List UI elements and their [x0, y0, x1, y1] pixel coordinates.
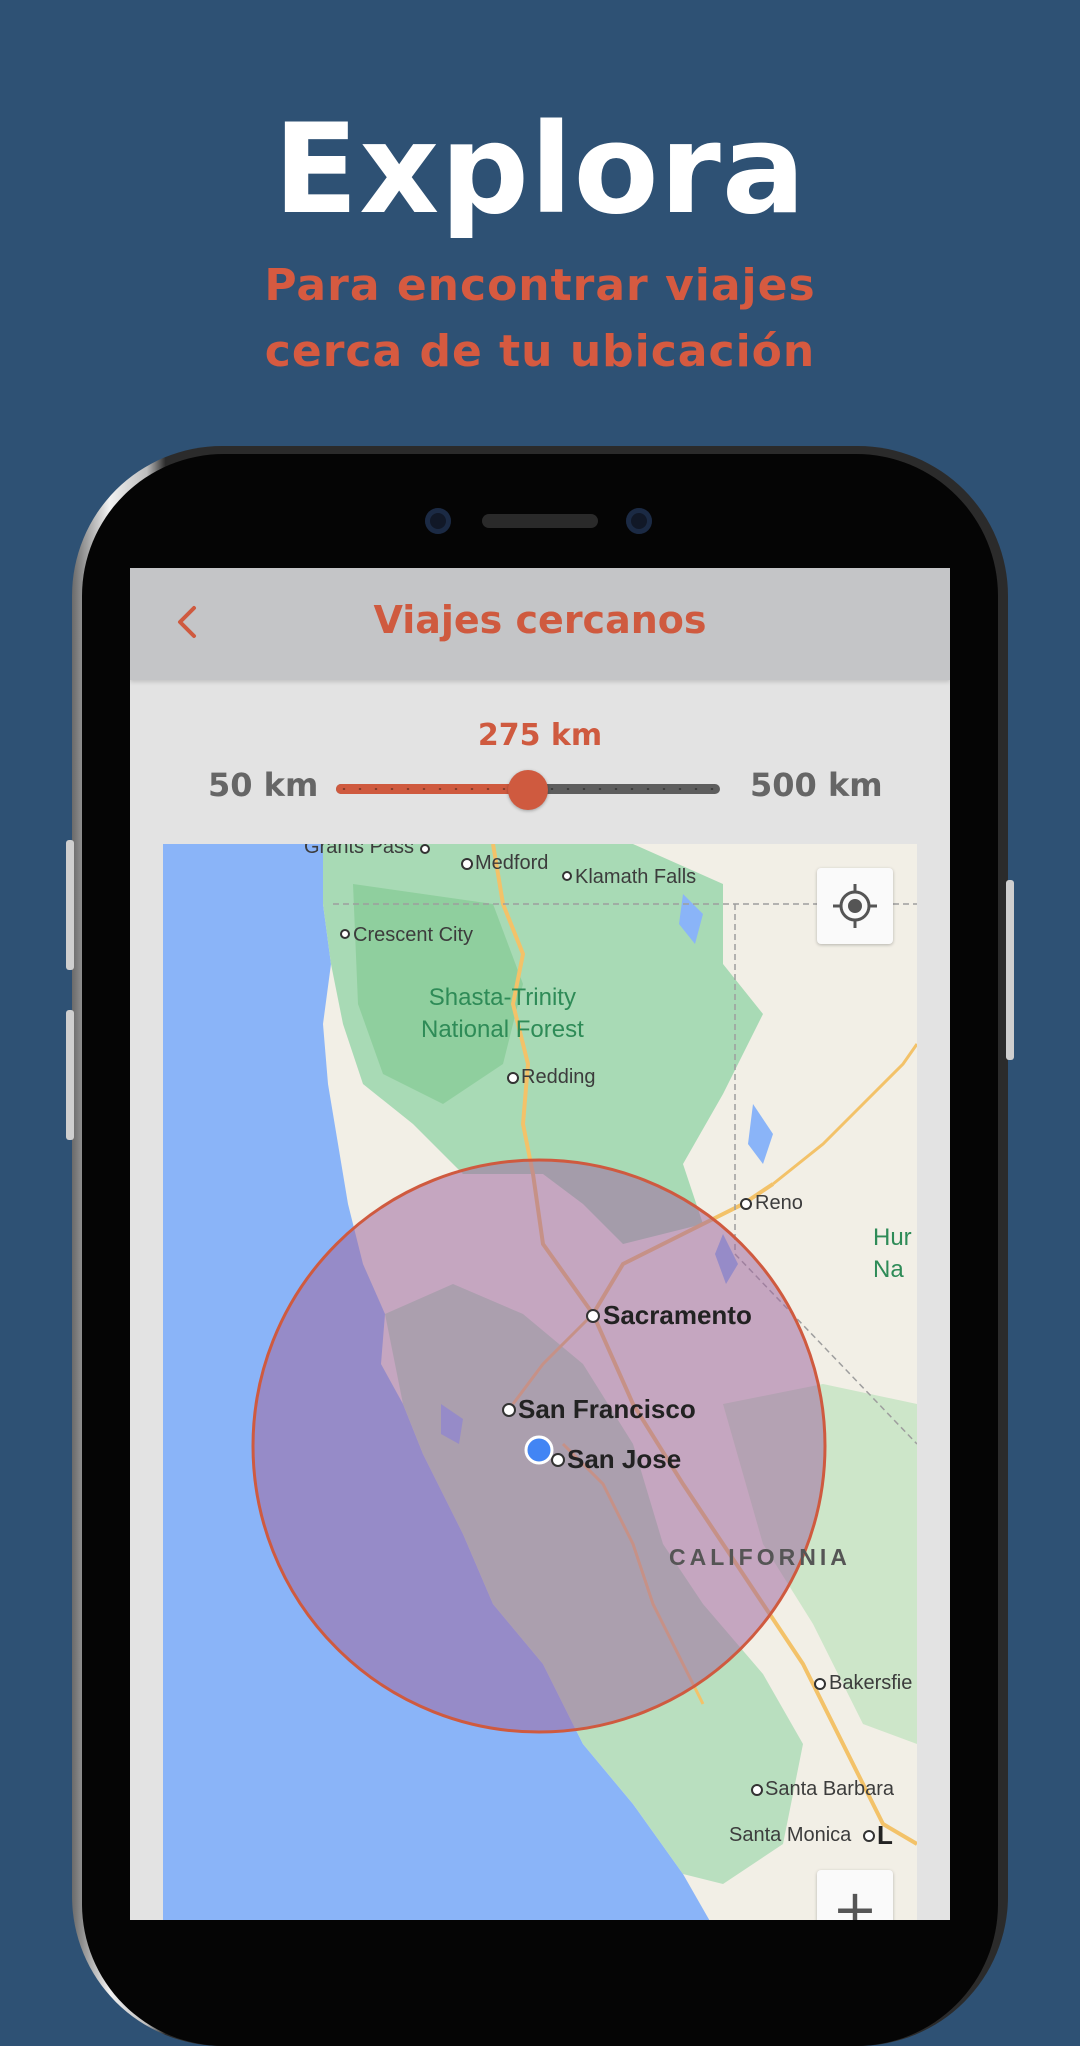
promo-subtitle-line1: Para encontrar viajes [264, 260, 816, 311]
radius-value-label: 275 km [477, 718, 603, 753]
my-location-icon [833, 884, 877, 928]
app-screen: Viajes cercanos 275 km 50 km 500 km Gran… [130, 568, 950, 1920]
map-label-medford: Medford [475, 852, 549, 874]
map-label-san-francisco: San Francisco [518, 1394, 696, 1424]
radius-min-label: 50 km [208, 766, 319, 804]
app-bar: Viajes cercanos [130, 568, 950, 680]
radius-max-label: 500 km [750, 766, 883, 804]
zoom-in-button[interactable]: + [817, 1870, 893, 1920]
map-label-klamath-falls: Klamath Falls [575, 866, 697, 888]
promo-title: Explora [273, 98, 807, 242]
phone-speaker [482, 514, 598, 528]
map-label-park-line1: Hur [873, 1224, 912, 1251]
phone-volume-down-button [66, 1010, 74, 1140]
phone-camera-left [425, 508, 451, 534]
page-title: Viajes cercanos [373, 598, 707, 642]
my-location-button[interactable] [817, 868, 893, 944]
map-label-reno: Reno [755, 1192, 803, 1214]
map-label-park-line2: Na [873, 1256, 904, 1283]
map-view[interactable]: Grants Pass Medford Klamath Falls Cresce… [163, 844, 917, 1920]
radius-slider-thumb[interactable] [508, 770, 548, 810]
map-label-park: Hur Na [873, 1222, 912, 1286]
map-label-forest-line2: National Forest [421, 1016, 584, 1043]
map-label-santa-barbara: Santa Barbara [765, 1778, 894, 1800]
map-label-san-jose: San Jose [567, 1444, 682, 1474]
map-label-grants-pass: Grants Pass [304, 844, 415, 858]
phone-camera-right [626, 508, 652, 534]
promo-subtitle-line2: cerca de tu ubicación [264, 326, 816, 377]
map-label-santa-monica: Santa Monica [729, 1824, 852, 1846]
map-label-redding: Redding [521, 1066, 596, 1088]
map-label-state: CALIFORNIA [669, 1544, 851, 1570]
map-label-sacramento: Sacramento [603, 1300, 752, 1330]
map-label-crescent-city: Crescent City [353, 924, 474, 946]
phone-power-button [1006, 880, 1014, 1060]
map-label-bakersfield: Bakersfie [829, 1672, 913, 1694]
phone-volume-up-button [66, 840, 74, 970]
map-label-forest-line1: Shasta-Trinity [428, 984, 576, 1011]
map-label-forest: Shasta-Trinity National Forest [421, 982, 584, 1046]
map-label-los-angeles: L [877, 1820, 893, 1850]
